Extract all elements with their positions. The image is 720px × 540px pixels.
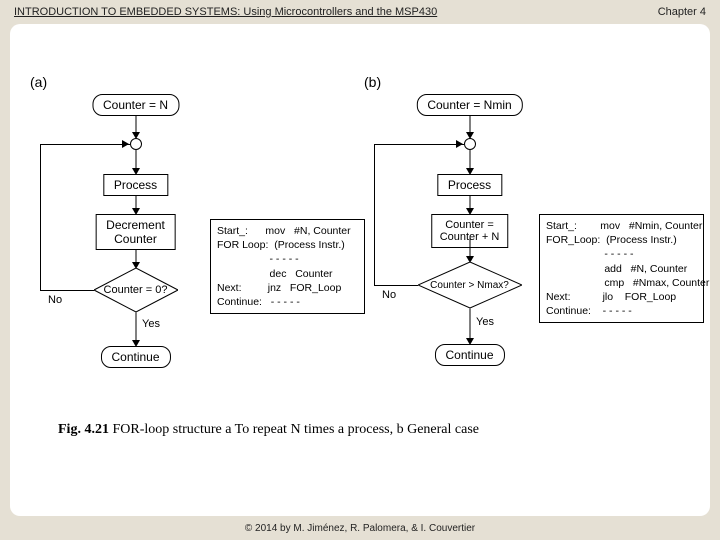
- decision-a: Counter = 0?: [94, 268, 178, 312]
- figure-4-21: (a) Counter = N Process: [30, 74, 690, 438]
- code-box-b: Start_: mov #Nmin, Counter FOR_Loop: (Pr…: [539, 214, 704, 323]
- init-box-a: Counter = N: [92, 94, 179, 116]
- page-title: INTRODUCTION TO EMBEDDED SYSTEMS: Using …: [14, 6, 437, 18]
- flowchart-a: (a) Counter = N Process: [30, 74, 356, 404]
- process-box-b: Process: [437, 174, 502, 196]
- code-box-a: Start_: mov #N, Counter FOR Loop: (Proce…: [210, 219, 365, 314]
- copyright-footer: © 2014 by M. Jiménez, R. Palomera, & I. …: [0, 523, 720, 534]
- figure-caption: Fig. 4.21 FOR-loop structure a To repeat…: [58, 422, 690, 438]
- slide-card: (a) Counter = N Process: [10, 24, 710, 516]
- join-node-a: [130, 138, 142, 150]
- flowchart-b: (b) Counter = Nmin Process Counter = Cou…: [364, 74, 690, 404]
- continue-box-a: Continue: [100, 346, 170, 368]
- decrement-box: Decrement Counter: [95, 214, 176, 250]
- yes-label-a: Yes: [142, 318, 160, 330]
- yes-label-b: Yes: [476, 316, 494, 328]
- chapter-label: Chapter 4: [658, 6, 706, 18]
- process-box-a: Process: [103, 174, 168, 196]
- panel-a-label: (a): [30, 74, 356, 90]
- no-label-b: No: [382, 289, 396, 301]
- join-node-b: [464, 138, 476, 150]
- no-label-a: No: [48, 294, 62, 306]
- panel-b-label: (b): [364, 74, 690, 90]
- continue-box-b: Continue: [434, 344, 504, 366]
- init-box-b: Counter = Nmin: [416, 94, 522, 116]
- decision-b: Counter > Nmax?: [418, 262, 522, 308]
